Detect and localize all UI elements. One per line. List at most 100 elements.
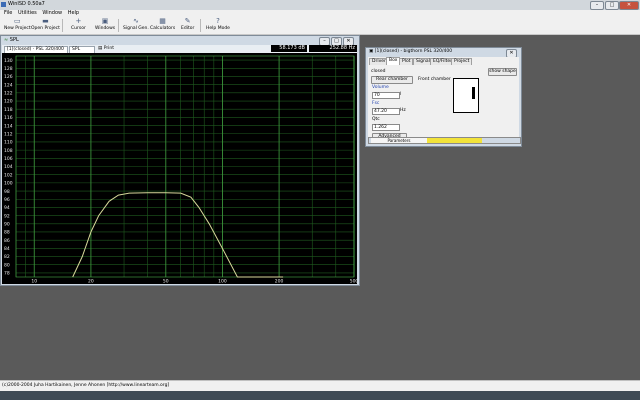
y-tick-label: 78	[4, 271, 10, 277]
calculators-label: Calculators	[150, 26, 176, 31]
fsc-field[interactable]: 47.20	[372, 108, 400, 115]
copyright-text: (c)2000-2004 Juha Hartikainen, Jenne Aho…	[2, 383, 170, 388]
tab-project[interactable]: Project	[451, 58, 473, 65]
minimize-button[interactable]: –	[590, 1, 604, 10]
windows-label: Windows	[95, 26, 116, 31]
y-tick-label: 126	[4, 74, 13, 80]
spl-response-curve	[72, 192, 284, 278]
editor-button[interactable]: ✎ Editor	[181, 17, 194, 32]
x-tick-label: 50	[163, 279, 169, 285]
new-project-label: New Project	[4, 26, 31, 31]
y-tick-label: 88	[4, 230, 10, 236]
box-dialog: ▣ [1](closed) - bigthorn PSL 320/400 ✕ D…	[365, 47, 522, 147]
rear-chamber-button[interactable]: Rear chamber	[371, 76, 413, 84]
readout-db: 58.173 dB	[271, 45, 307, 52]
y-tick-label: 96	[4, 197, 10, 203]
print-button[interactable]: ▤ Print	[98, 46, 114, 51]
spl-chart[interactable]: 78 80 82 84 86 88 90 92 94 96 98 100 102 104 106 108 110…	[2, 53, 357, 284]
volume-label: Volume	[372, 85, 389, 90]
y-tick-label: 118	[4, 107, 13, 113]
y-tick-label: 130	[4, 58, 13, 64]
y-tick-label: 90	[4, 221, 10, 227]
y-tick-label: 98	[4, 189, 10, 195]
cursor-label: Cursor	[71, 26, 86, 31]
y-tick-label: 110	[4, 140, 13, 146]
y-tick-label: 114	[4, 123, 13, 129]
box-dialog-body: Driver Box Plot Signal EQ/Filter Project…	[368, 57, 519, 144]
menu-window[interactable]: Window	[42, 10, 62, 17]
volume-unit: l	[400, 92, 402, 97]
calculator-icon: ▦	[159, 17, 166, 25]
y-tick-label: 122	[4, 91, 13, 97]
signal-wave-icon: ∿	[132, 17, 139, 25]
y-tick-label: 102	[4, 172, 13, 178]
y-tick-label: 128	[4, 66, 13, 72]
toolbar: ▭ New Project ▬ Open Project + Cursor ▣ …	[0, 17, 640, 35]
fsc-unit: Hz	[400, 108, 406, 113]
show-shape-button[interactable]: show shape	[488, 68, 517, 76]
box-dialog-title-text: [1](closed) - bigthorn PSL 320/400	[374, 49, 453, 54]
toolbar-separator	[118, 19, 119, 32]
menu-help[interactable]: Help	[68, 10, 79, 17]
x-tick-label: 100	[218, 279, 227, 285]
status-bar: (c)2000-2004 Juha Hartikainen, Jenne Aho…	[0, 380, 640, 391]
parameters-status-bar: Parameters	[368, 137, 521, 144]
y-tick-label: 112	[4, 131, 13, 137]
volume-field[interactable]: 70	[372, 92, 400, 99]
toolbar-separator	[200, 19, 201, 32]
readout-hz: 252.88 Hz	[309, 45, 357, 52]
help-mode-label: Help Mode	[206, 26, 230, 31]
signal-gen-button[interactable]: ∿ Signal Gen.	[123, 17, 149, 32]
close-button[interactable]: ✕	[619, 1, 639, 10]
tab-plot[interactable]: Plot	[399, 58, 414, 65]
new-file-icon: ▭	[14, 17, 21, 25]
toolbar-separator	[62, 19, 63, 32]
spl-window: ≈ SPL – □ ✕ [1](closed) · PSL 320/400 SP…	[0, 35, 360, 286]
menu-file[interactable]: File	[4, 10, 12, 17]
box-dialog-title: ▣ [1](closed) - bigthorn PSL 320/400	[369, 49, 452, 54]
windows-button[interactable]: ▣ Windows	[95, 17, 116, 32]
new-project-button[interactable]: ▭ New Project	[4, 17, 31, 32]
y-tick-label: 104	[4, 164, 13, 170]
y-tick-label: 124	[4, 82, 13, 88]
driver-shape	[472, 87, 475, 99]
y-tick-label: 116	[4, 115, 13, 121]
fsc-label: Fsc	[372, 101, 380, 106]
y-tick-label: 120	[4, 99, 13, 105]
open-project-button[interactable]: ▬ Open Project	[31, 18, 60, 32]
x-tick-label: 200	[275, 279, 284, 285]
signal-gen-label: Signal Gen.	[123, 26, 149, 31]
x-tick-label: 10	[31, 279, 37, 285]
qtc-field[interactable]: 1.262	[372, 124, 400, 131]
x-tick-label: 500	[350, 279, 357, 285]
parameters-label: Parameters	[371, 138, 427, 143]
x-tick-label: 20	[88, 279, 94, 285]
cursor-icon: +	[75, 17, 82, 25]
front-chamber-label: Front chamber	[418, 77, 451, 82]
menu-bar: File Utilities Window Help	[0, 10, 640, 17]
app-title: WinISD 0.50a7	[8, 1, 45, 7]
menu-utilities[interactable]: Utilities	[18, 10, 37, 17]
app-icon	[1, 2, 6, 7]
y-tick-label: 84	[4, 246, 10, 252]
y-tick-label: 92	[4, 213, 10, 219]
y-tick-label: 106	[4, 156, 13, 162]
editor-icon: ✎	[184, 17, 191, 25]
calculators-button[interactable]: ▦ Calculators	[150, 17, 176, 32]
help-icon: ?	[216, 17, 220, 25]
taskbar	[0, 391, 640, 400]
windows-icon: ▣	[101, 17, 109, 25]
y-tick-label: 108	[4, 148, 13, 154]
open-project-label: Open Project	[31, 26, 60, 31]
y-tick-label: 94	[4, 205, 10, 211]
y-tick-label: 100	[4, 181, 13, 187]
cursor-button[interactable]: + Cursor	[71, 17, 86, 32]
maximize-button[interactable]: □	[605, 1, 619, 10]
parameters-status-fill	[427, 138, 482, 143]
spl-window-title: ≈ SPL	[4, 37, 19, 43]
qtc-label: Qtc	[372, 117, 380, 122]
help-mode-button[interactable]: ? Help Mode	[206, 17, 230, 32]
y-tick-label: 86	[4, 238, 10, 244]
y-tick-label: 82	[4, 254, 10, 260]
print-label: Print	[103, 46, 115, 51]
